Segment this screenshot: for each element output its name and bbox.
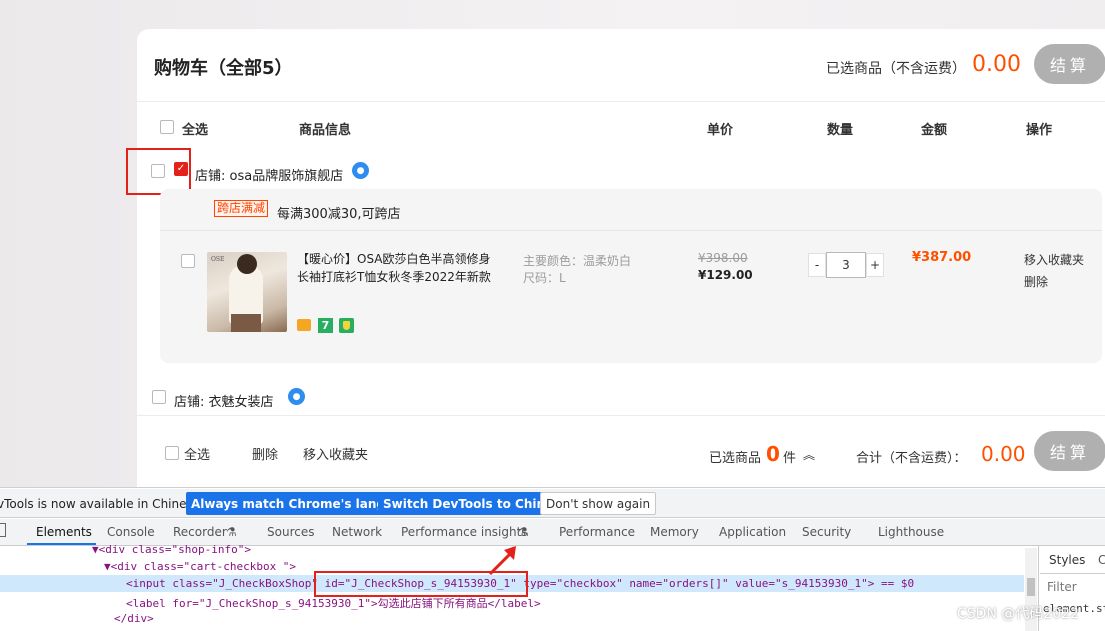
footer-selected-count: 0 bbox=[766, 442, 780, 466]
divider bbox=[160, 230, 1102, 231]
shield-icon bbox=[339, 318, 354, 333]
dom-node[interactable]: ▼<div class="shop-info"> bbox=[92, 543, 251, 556]
header-price: 单价 bbox=[707, 123, 734, 138]
sku-color: 主要颜色：温柔奶白 bbox=[523, 254, 632, 268]
header-amount: 金额 bbox=[921, 123, 948, 138]
promo-tag: 跨店满减 bbox=[214, 200, 269, 217]
quantity-stepper: - 3 + bbox=[808, 252, 884, 278]
divider bbox=[137, 101, 1105, 102]
tab-application[interactable]: Application bbox=[719, 525, 786, 539]
delete-link[interactable]: 删除 bbox=[1024, 273, 1048, 290]
footer-total-label: 合计（不含运费）： bbox=[856, 451, 967, 466]
footer-select-all[interactable]: 全选 bbox=[184, 444, 210, 463]
footer-move-fav-link[interactable]: 移入收藏夹 bbox=[303, 444, 368, 463]
dom-node[interactable]: ▼<div class="cart-checkbox "> bbox=[104, 560, 296, 573]
tab-lighthouse[interactable]: Lighthouse bbox=[878, 525, 944, 539]
header-ops: 操作 bbox=[1026, 123, 1053, 138]
footer-selected-prefix: 已选商品 bbox=[709, 451, 762, 466]
shop-name[interactable]: 店铺: 衣魅女装店 bbox=[174, 391, 274, 410]
chevron-up-icon[interactable]: ︽ bbox=[803, 446, 815, 463]
checkout-button-bottom[interactable]: 结算 bbox=[1034, 431, 1105, 471]
header-info: 商品信息 bbox=[299, 123, 352, 138]
chat-icon[interactable]: ● bbox=[352, 162, 369, 179]
annotation-arrow-icon bbox=[488, 546, 516, 576]
product-name[interactable]: 【暖心价】OSA欧莎白色半高领修身长袖打底衫T恤女秋冬季2022年新款 bbox=[297, 250, 497, 286]
item-checkbox[interactable] bbox=[181, 254, 195, 268]
selected-label: 已选商品（不含运费） bbox=[826, 61, 966, 77]
page-title: 购物车（全部5） bbox=[154, 58, 293, 79]
tab-performance[interactable]: Performance bbox=[559, 525, 635, 539]
item-sum: ¥387.00 bbox=[912, 250, 972, 265]
selected-amount: 0.00 bbox=[972, 52, 1021, 77]
header-qty: 数量 bbox=[827, 123, 854, 138]
styles-filter-input[interactable]: Filter bbox=[1047, 580, 1077, 594]
checkout-button-top[interactable]: 结算 bbox=[1034, 44, 1105, 84]
divider bbox=[1040, 573, 1105, 574]
shop-checkbox[interactable] bbox=[152, 390, 166, 404]
tab-network[interactable]: Network bbox=[332, 525, 382, 539]
dont-show-again-button[interactable]: Don't show again bbox=[540, 492, 657, 515]
sku-size: 尺码：L bbox=[523, 271, 566, 285]
watermark: CSDN @代码2022 bbox=[957, 606, 1079, 622]
qty-plus-button[interactable]: + bbox=[866, 253, 884, 277]
dom-node[interactable]: <label for="J_CheckShop_s_94153930_1">勾选… bbox=[126, 595, 541, 611]
unit-price: ¥129.00 bbox=[698, 268, 753, 282]
flask-icon: ⚗ bbox=[226, 525, 237, 539]
dom-node[interactable]: </div> bbox=[114, 612, 154, 625]
tab-security[interactable]: Security bbox=[802, 525, 851, 539]
card-icon bbox=[297, 319, 311, 331]
tab-recorder[interactable]: Recorder bbox=[173, 525, 227, 539]
shop-name[interactable]: 店铺: osa品牌服饰旗舰店 bbox=[195, 165, 343, 184]
qty-input[interactable]: 3 bbox=[826, 252, 866, 278]
footer-select-all-checkbox[interactable] bbox=[165, 446, 179, 460]
header-select-all: 全选 bbox=[182, 123, 209, 138]
tab-performance-insights[interactable]: Performance insights bbox=[401, 525, 528, 539]
promo-text: 每满300减30,可跨店 bbox=[277, 207, 401, 222]
shop-checkbox[interactable] bbox=[151, 164, 165, 178]
footer-selected-unit: 件 bbox=[783, 451, 797, 466]
devtools-info-text: vTools is now available in Chinese! bbox=[0, 497, 205, 511]
tab-elements[interactable]: Elements bbox=[36, 525, 92, 539]
inspect-icon[interactable] bbox=[0, 523, 6, 537]
qty-minus-button[interactable]: - bbox=[808, 253, 826, 277]
tab-styles[interactable]: Styles bbox=[1049, 553, 1085, 567]
seven-day-return-icon: 7 bbox=[318, 318, 333, 333]
tab-memory[interactable]: Memory bbox=[650, 525, 699, 539]
flask-icon: ⚗ bbox=[518, 525, 529, 539]
chat-icon[interactable]: ● bbox=[288, 388, 305, 405]
tmall-icon: ✓ bbox=[174, 162, 188, 176]
move-to-fav-link[interactable]: 移入收藏夹 bbox=[1024, 251, 1084, 268]
original-price: ¥398.00 bbox=[698, 251, 748, 265]
tab-console[interactable]: Console bbox=[107, 525, 155, 539]
footer-total: 0.00 bbox=[981, 442, 1026, 466]
tab-computed[interactable]: C bbox=[1098, 553, 1105, 567]
footer-delete-link[interactable]: 删除 bbox=[252, 444, 278, 463]
tab-sources[interactable]: Sources bbox=[267, 525, 314, 539]
product-figure-head bbox=[237, 254, 257, 274]
brand-mark: OSE bbox=[211, 256, 225, 263]
divider bbox=[137, 415, 1105, 416]
active-tab-indicator bbox=[27, 543, 96, 545]
select-all-checkbox[interactable] bbox=[160, 120, 174, 134]
product-image[interactable]: OSE bbox=[207, 252, 287, 332]
product-figure-pants bbox=[231, 314, 261, 332]
